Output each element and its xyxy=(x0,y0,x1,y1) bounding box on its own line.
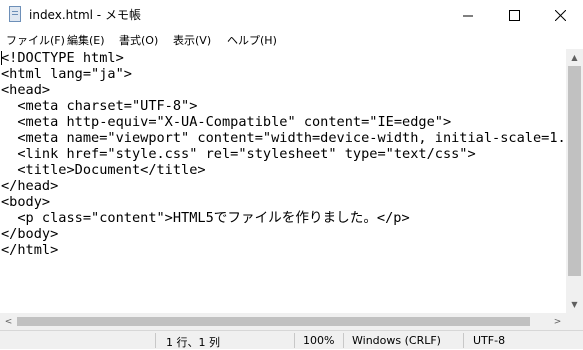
zoom-level: 100% xyxy=(303,334,335,347)
menu-edit[interactable]: 編集(E) xyxy=(67,32,105,48)
maximize-icon xyxy=(508,9,520,21)
menu-bar: ファイル(F) 編集(E) 書式(O) 表示(V) ヘルプ(H) xyxy=(0,30,583,50)
menu-help[interactable]: ヘルプ(H) xyxy=(227,32,277,48)
editor-line: <html lang="ja"> xyxy=(1,66,132,82)
editor-line: <!DOCTYPE html> xyxy=(1,50,124,66)
status-divider xyxy=(294,333,295,348)
menu-view[interactable]: 表示(V) xyxy=(173,32,211,48)
editor-line: <head> xyxy=(1,82,51,98)
maximize-button[interactable] xyxy=(491,0,537,30)
scroll-down-icon[interactable]: ▼ xyxy=(566,296,583,313)
status-divider xyxy=(463,333,464,348)
editor-line: </html> xyxy=(1,242,59,258)
editor-line: </head> xyxy=(1,178,59,194)
scroll-up-icon[interactable]: ▲ xyxy=(566,49,583,66)
text-caret xyxy=(1,51,2,65)
vertical-scrollbar[interactable]: ▲ ▼ xyxy=(566,49,583,313)
editor-line: <p class="content">HTML5でファイルを作りました。</p> xyxy=(1,210,410,226)
encoding: UTF-8 xyxy=(473,334,506,347)
editor-line: <meta http-equiv="X-UA-Compatible" conte… xyxy=(1,114,452,130)
minimize-button[interactable] xyxy=(445,0,491,30)
status-divider xyxy=(155,333,156,348)
horizontal-scroll-thumb[interactable] xyxy=(17,317,530,326)
editor-line: <meta name="viewport" content="width=dev… xyxy=(1,130,566,146)
editor-line: </body> xyxy=(1,226,59,242)
editor-line: <meta charset="UTF-8"> xyxy=(1,98,198,114)
cursor-position: 1 行、1 列 xyxy=(166,336,220,349)
menu-format[interactable]: 書式(O) xyxy=(119,32,158,48)
title-bar[interactable]: index.html - メモ帳 xyxy=(0,0,583,30)
menu-file[interactable]: ファイル(F) xyxy=(6,32,65,48)
line-ending: Windows (CRLF) xyxy=(352,334,441,347)
notepad-icon xyxy=(9,6,21,22)
minimize-icon xyxy=(462,15,473,16)
scroll-right-icon[interactable]: > xyxy=(549,313,566,330)
editor-line: <body> xyxy=(1,194,51,210)
status-bar: 1 行、1 列 100% Windows (CRLF) UTF-8 xyxy=(0,330,583,349)
vertical-scroll-thumb[interactable] xyxy=(568,66,581,276)
horizontal-scrollbar[interactable]: < > xyxy=(0,313,566,330)
scroll-left-icon[interactable]: < xyxy=(0,313,17,330)
window-title: index.html - メモ帳 xyxy=(29,8,141,22)
editor-line: <title>Document</title> xyxy=(1,162,206,178)
status-divider xyxy=(343,333,344,348)
text-editor[interactable]: <!DOCTYPE html> <html lang="ja"> <head> … xyxy=(0,49,566,313)
editor-line: <link href="style.css" rel="stylesheet" … xyxy=(1,146,476,162)
scrollbar-corner xyxy=(566,313,583,330)
close-button[interactable] xyxy=(537,0,583,30)
close-icon xyxy=(554,9,566,21)
